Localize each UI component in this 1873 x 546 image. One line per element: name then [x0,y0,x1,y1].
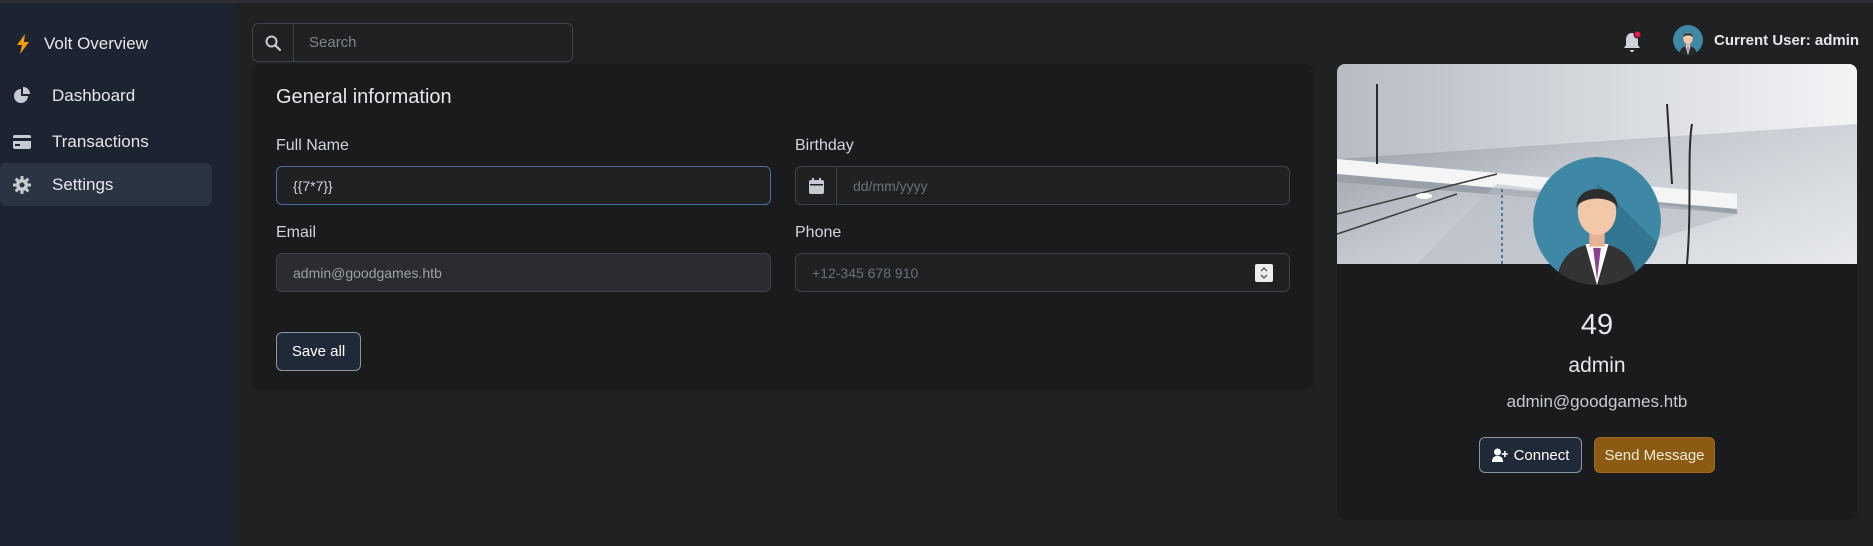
calendar-icon[interactable] [796,167,837,204]
email-label: Email [276,224,317,241]
full-name-input[interactable] [277,167,770,204]
pie-chart-icon [13,86,31,105]
sidebar-item-label: Settings [52,174,114,194]
profile-avatar [1533,157,1661,285]
user-menu[interactable]: Current User: admin [1673,25,1859,55]
email-input[interactable] [277,254,770,291]
profile-name: admin [1568,354,1626,377]
connect-label: Connect [1513,446,1570,464]
sidebar-item-label: Dashboard [52,85,136,105]
sidebar-item-label: Transactions [52,131,149,151]
search-icon[interactable] [253,24,294,61]
general-info-card: General information Full Name Birthday E… [252,64,1314,390]
profile-card: 49 admin admin@goodgames.htb Connect Sen… [1337,64,1857,520]
avatar [1673,25,1703,55]
brand-label: Volt Overview [44,34,148,53]
current-user-label: Current User: admin [1714,31,1860,49]
gear-icon [13,175,31,194]
connect-button[interactable]: Connect [1479,437,1582,473]
search-bar [252,23,573,62]
sidebar-item-transactions[interactable]: Transactions [0,120,212,163]
profile-email: admin@goodgames.htb [1506,392,1688,411]
full-name-label: Full Name [276,137,349,154]
sidebar: Volt Overview Dashboard Transactions Set… [0,3,236,546]
profile-number: 49 [1580,309,1614,341]
phone-field [795,253,1290,292]
window-top-border [0,0,1873,3]
birthday-input[interactable] [837,167,1289,204]
full-name-field [276,166,771,205]
birthday-field [795,166,1290,205]
brand-link[interactable]: Volt Overview [14,33,148,55]
user-plus-icon [1491,448,1508,462]
birthday-label: Birthday [795,137,854,154]
credit-card-icon [13,133,31,151]
save-all-button[interactable]: Save all [276,332,361,371]
phone-label: Phone [795,224,842,241]
sidebar-item-dashboard[interactable]: Dashboard [0,74,212,117]
phone-input[interactable] [796,254,1289,291]
bolt-icon [14,33,32,55]
sidebar-item-settings[interactable]: Settings [0,163,212,206]
email-field [276,253,771,292]
number-stepper[interactable] [1255,264,1273,282]
send-message-button[interactable]: Send Message [1594,437,1715,473]
search-input[interactable] [294,24,572,61]
card-title: General information [276,86,452,108]
bell-icon[interactable] [1622,30,1644,54]
